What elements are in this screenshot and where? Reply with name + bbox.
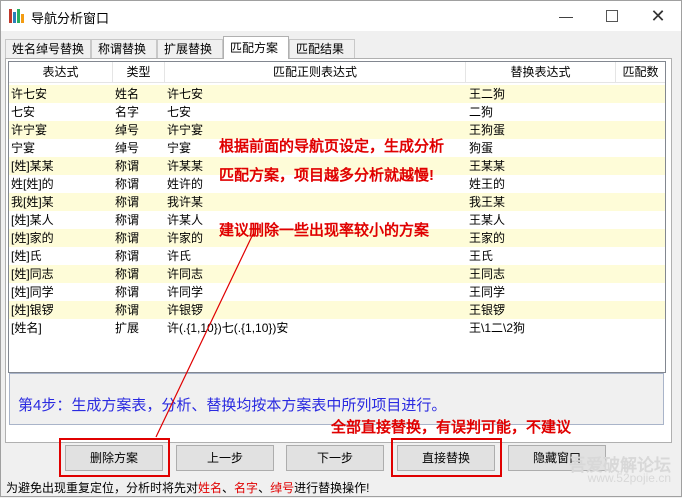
annotation-text: 建议删除一些出现率较小的方案 bbox=[219, 222, 430, 239]
main-window: 导航分析窗口 — ✕ 姓名绰号替换 称谓替换 扩展替换 匹配方案 匹配结果 表达… bbox=[0, 0, 682, 497]
status-prefix: 为避免出现重复定位，分析时将先对 bbox=[6, 481, 199, 495]
status-given: 名字 bbox=[234, 481, 259, 495]
status-sep: 、 bbox=[258, 481, 271, 495]
annotation-text: 根据前面的导航页设定，生成分析 bbox=[219, 138, 445, 155]
annotation-text: 全部直接替换，有误判可能，不建议 bbox=[331, 419, 572, 436]
status-suffix: 进行替换操作! bbox=[294, 481, 370, 495]
status-sep: 、 bbox=[222, 481, 235, 495]
tab-match-plan[interactable]: 匹配方案 bbox=[223, 36, 289, 59]
annotation-text: 匹配方案，项目越多分析就越慢! bbox=[219, 167, 434, 184]
status-name: 姓名 bbox=[198, 481, 223, 495]
status-nick: 绰号 bbox=[270, 481, 295, 495]
status-bar: 为避免出现重复定位，分析时将先对姓名、名字、绰号进行替换操作! bbox=[2, 479, 682, 497]
